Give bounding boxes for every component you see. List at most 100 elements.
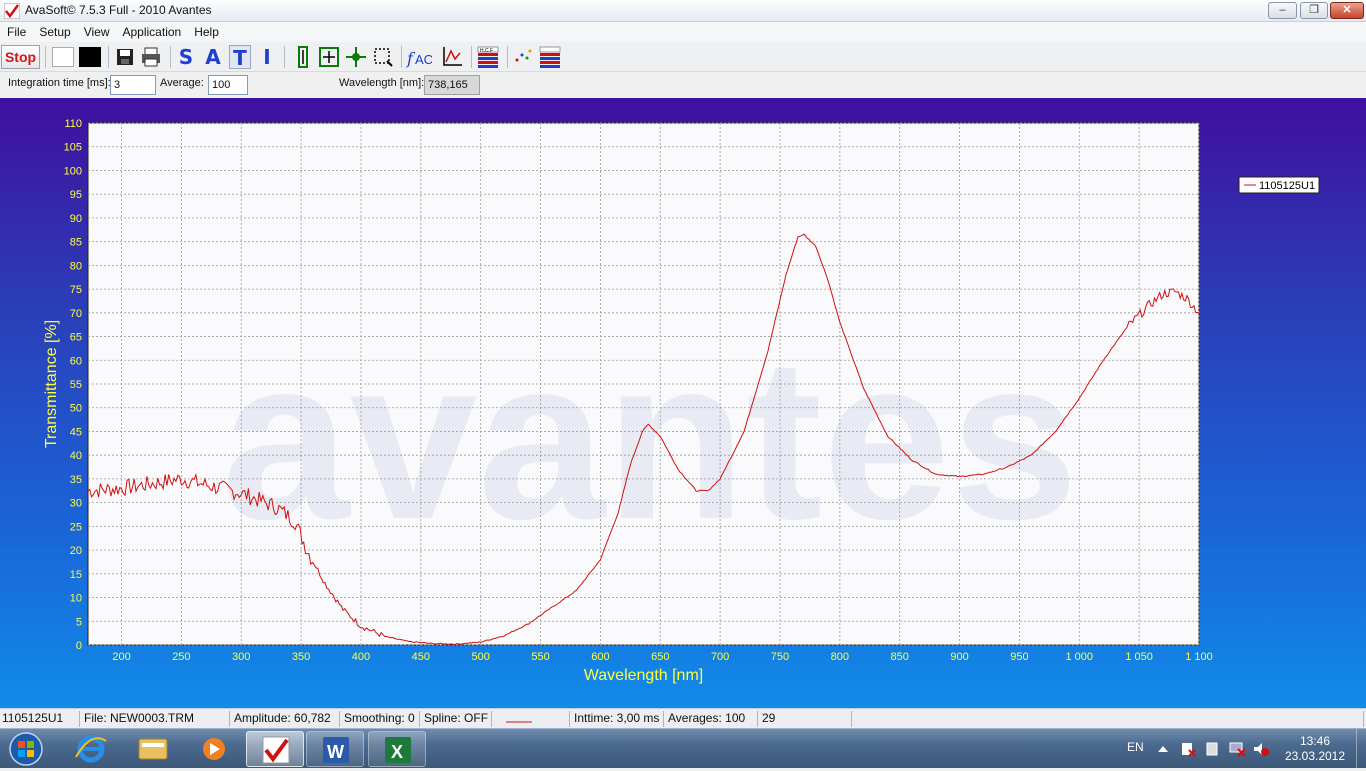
- irradiance-mode-button[interactable]: I: [256, 45, 278, 69]
- axis-icon[interactable]: [440, 45, 464, 69]
- x-tick-label: 350: [292, 651, 310, 663]
- taskbar-media-player[interactable]: [185, 731, 243, 767]
- y-tick-label: 100: [64, 165, 82, 177]
- menu-setup[interactable]: Setup: [32, 22, 76, 39]
- x-tick-label: 1 100: [1185, 651, 1213, 663]
- excel-icon: X: [385, 737, 411, 763]
- toolbar-separator: [108, 46, 109, 68]
- taskbar-avasoft[interactable]: [246, 731, 304, 767]
- minimize-button[interactable]: –: [1268, 2, 1297, 19]
- legend-label: 1105125U1: [1259, 180, 1315, 192]
- pan-icon[interactable]: [345, 45, 367, 69]
- avasoft-icon: [262, 736, 290, 764]
- y-tick-label: 40: [70, 450, 82, 462]
- zoom-rectangle-icon[interactable]: [372, 45, 394, 69]
- avantes-watermark: avantes: [222, 310, 1079, 567]
- y-tick-label: 35: [70, 474, 82, 486]
- toolbar-separator: [284, 46, 285, 68]
- close-button[interactable]: ✕: [1330, 2, 1364, 19]
- clock-time: 13:46: [1299, 734, 1331, 748]
- fac-icon[interactable]: f AC: [406, 45, 432, 69]
- integration-time-label: Integration time [ms]:: [8, 77, 111, 89]
- toolbar: Stop S A T I f AC H.C.F: [0, 42, 1366, 72]
- restore-icon: ❐: [1309, 4, 1319, 16]
- y-tick-label: 30: [70, 498, 82, 510]
- action-center-icon[interactable]: [1180, 741, 1196, 757]
- usb-device-icon[interactable]: [1204, 741, 1220, 757]
- average-input[interactable]: 100: [208, 75, 248, 95]
- menu-file[interactable]: File: [0, 22, 32, 39]
- clock-date: 23.03.2012: [1284, 749, 1346, 763]
- taskbar-word[interactable]: W: [306, 731, 364, 767]
- toolbar-separator: [401, 46, 402, 68]
- absorbance-mode-button[interactable]: A: [202, 45, 224, 69]
- black-square-icon[interactable]: [79, 47, 101, 67]
- avantes-logo-icon: [4, 3, 20, 19]
- menu-bar: File Setup View Application Help: [0, 22, 1366, 42]
- y-tick-label: 90: [70, 213, 82, 225]
- y-tick-label: 20: [70, 545, 82, 557]
- start-orb-icon[interactable]: [6, 730, 46, 768]
- x-tick-label: 550: [531, 651, 549, 663]
- y-tick-label: 50: [70, 403, 82, 415]
- x-tick-label: 950: [1010, 651, 1028, 663]
- toolbar-separator: [507, 46, 508, 68]
- show-hidden-icons-icon[interactable]: [1156, 743, 1170, 755]
- wavelength-readout: 738,165: [424, 75, 480, 95]
- svg-text:X: X: [391, 742, 403, 762]
- status-spline: Spline: OFF: [422, 711, 492, 727]
- white-square-icon[interactable]: [52, 47, 74, 67]
- show-desktop-button[interactable]: [1356, 729, 1366, 769]
- status-series: 1105125U1: [0, 711, 80, 727]
- wavelength-label: Wavelength [nm]:: [339, 77, 425, 89]
- word-icon: W: [323, 737, 349, 763]
- x-tick-label: 250: [172, 651, 190, 663]
- status-empty: [854, 711, 1364, 727]
- menu-help[interactable]: Help: [187, 22, 225, 39]
- svg-text:W: W: [327, 742, 344, 762]
- toolbar-separator: [471, 46, 472, 68]
- color-table-icon[interactable]: [539, 45, 561, 69]
- svg-text:AC: AC: [415, 52, 432, 67]
- y-tick-label: 60: [70, 355, 82, 367]
- window-title: AvaSoft© 7.5.3 Full - 2010 Avantes: [25, 3, 212, 17]
- parameters-bar: Integration time [ms]: 3 Average: 100 Wa…: [0, 72, 1366, 98]
- taskbar-windows-explorer[interactable]: [124, 731, 182, 767]
- taskbar-excel[interactable]: X: [368, 731, 426, 767]
- integration-time-input[interactable]: 3: [110, 75, 156, 95]
- scope-mode-button[interactable]: S: [175, 45, 197, 69]
- y-tick-label: 70: [70, 308, 82, 320]
- status-amplitude: Amplitude: 60,782: [232, 711, 340, 727]
- autoscale-icon[interactable]: [318, 45, 340, 69]
- folder-icon: [138, 738, 168, 760]
- title-bar: AvaSoft© 7.5.3 Full - 2010 Avantes – ❐ ✕: [0, 0, 1366, 22]
- system-clock[interactable]: 13:46 23.03.2012: [1278, 734, 1352, 764]
- maximize-button[interactable]: ❐: [1300, 2, 1328, 19]
- x-tick-label: 750: [771, 651, 789, 663]
- hcf-icon[interactable]: H.C.F: [477, 45, 499, 69]
- status-line-color: [494, 711, 570, 727]
- menu-view[interactable]: View: [77, 22, 116, 39]
- x-tick-label: 800: [831, 651, 849, 663]
- x-tick-label: 500: [472, 651, 490, 663]
- scale-vertical-icon[interactable]: [293, 45, 313, 69]
- line-color-swatch: [506, 721, 532, 723]
- language-indicator[interactable]: EN: [1127, 740, 1144, 754]
- y-tick-label: 10: [70, 593, 82, 605]
- transmittance-mode-button[interactable]: T: [229, 45, 251, 70]
- scatter-icon[interactable]: [512, 45, 534, 69]
- close-icon: ✕: [1342, 4, 1352, 16]
- taskbar-internet-explorer[interactable]: [62, 731, 120, 767]
- spectrum-chart: avantes200 250 300 350 400 450 500 550 600 650 700…: [43, 118, 1320, 684]
- save-icon[interactable]: [115, 45, 135, 69]
- y-tick-label: 45: [70, 426, 82, 438]
- menu-application[interactable]: Application: [116, 22, 188, 39]
- stop-button[interactable]: Stop: [1, 45, 40, 69]
- spectrum-graph-panel[interactable]: avantes 200 250 300 350 400 450 500 550 600 650 700…: [0, 98, 1366, 708]
- y-tick-label: 95: [70, 189, 82, 201]
- x-tick-label: 1 050: [1125, 651, 1153, 663]
- print-icon[interactable]: [140, 45, 162, 69]
- volume-muted-icon[interactable]: [1252, 741, 1270, 757]
- network-icon[interactable]: [1228, 741, 1246, 757]
- toolbar-separator: [45, 46, 46, 68]
